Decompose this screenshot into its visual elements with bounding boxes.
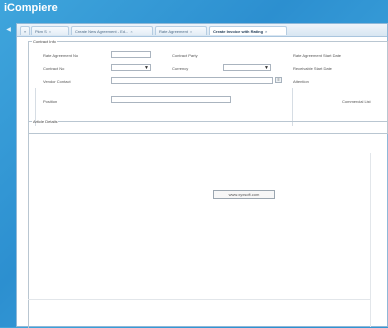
currency-label: Currency [172, 66, 189, 71]
rate-agreement-no-label: Rate Agreement No [43, 53, 79, 58]
tab-create-new-agreement[interactable]: Create New Agreement - Ed... × [71, 26, 153, 35]
contract-no-select[interactable]: ▼ [111, 64, 151, 71]
commercial-list-label: Commercial List [342, 99, 371, 104]
rate-agreement-no-input[interactable] [111, 51, 151, 58]
chevron-down-icon: ▼ [144, 65, 149, 71]
vendor-contact-input[interactable] [111, 77, 273, 84]
tab-create-invoice[interactable]: Create Invoice with Rating × [209, 26, 287, 35]
chevron-down-icon: ▼ [264, 65, 269, 71]
main-window: « Pkm S × Create New Agreement - Ed... × R… [16, 23, 388, 328]
collapse-arrow-icon[interactable]: ◀ [5, 26, 12, 34]
close-icon[interactable]: × [265, 29, 267, 34]
contract-no-label: Contract No [43, 66, 65, 71]
tab-label: Pkm S [35, 29, 47, 34]
attention-label: Attention [293, 79, 309, 84]
grid-divider [28, 299, 370, 300]
rate-agreement-start-date-label: Rate Agreement Start Date [293, 53, 342, 58]
receivable-start-date-label: Receivable Start Date [293, 66, 332, 71]
tab-label: Create New Agreement - Ed... [75, 29, 129, 34]
article-details-legend: Article Details [33, 119, 58, 124]
position-input[interactable] [111, 96, 231, 103]
position-label: Position [43, 99, 58, 104]
close-icon[interactable]: × [190, 29, 192, 34]
contract-info-legend: Contract Info [33, 39, 56, 44]
tab-pkm[interactable]: Pkm S × [31, 26, 69, 35]
tab-strip: « Pkm S × Create New Agreement - Ed... × R… [17, 24, 387, 37]
contract-party-label: Contract Party [172, 53, 198, 58]
vendor-contact-label: Vendor Contact [43, 79, 71, 84]
tab-home-arrow[interactable]: « [20, 26, 31, 35]
grid-divider [370, 153, 371, 327]
article-details-group: Article Details [28, 119, 387, 328]
tab-label: Create Invoice with Rating [213, 29, 264, 34]
app-title: iCompiere [4, 2, 58, 14]
lookup-icon[interactable]: ≡ [275, 77, 282, 83]
currency-select[interactable]: ▼ [223, 64, 271, 71]
tab-label: Rate Agreement [159, 29, 188, 34]
tab-rate-agreement[interactable]: Rate Agreement × [155, 26, 207, 35]
watermark-label: www.xyxsoft.com [213, 190, 275, 199]
close-icon[interactable]: × [130, 29, 132, 34]
close-icon[interactable]: × [49, 29, 51, 34]
